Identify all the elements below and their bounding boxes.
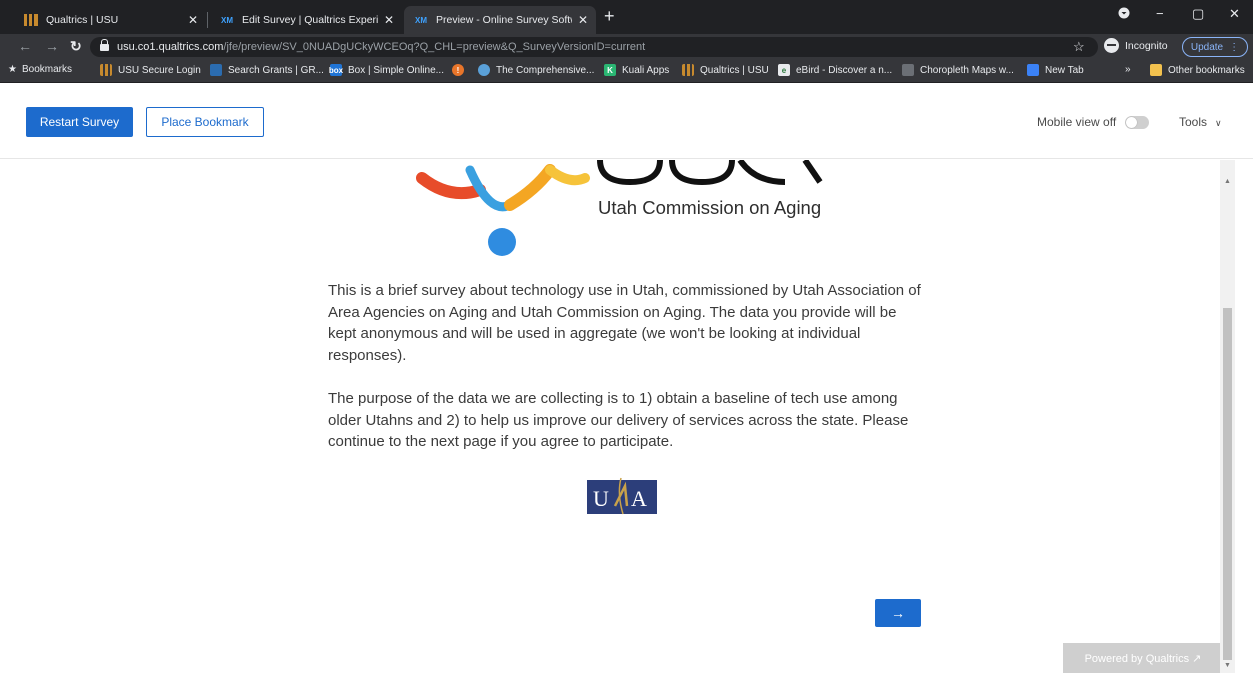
survey-content: Utah Commission on Aging This is a brief…: [0, 160, 1220, 673]
preview-header: Restart Survey Place Bookmark Mobile vie…: [0, 83, 1253, 159]
tab-qualtrics-usu[interactable]: Qualtrics | USU ✕: [14, 6, 206, 34]
tools-label: Tools: [1179, 115, 1208, 129]
new-tab-icon[interactable]: +: [604, 7, 615, 25]
tab-edit-survey[interactable]: XM Edit Survey | Qualtrics Experience ✕: [210, 6, 402, 34]
maximize-icon[interactable]: ▢: [1192, 6, 1204, 22]
close-icon[interactable]: ✕: [384, 13, 394, 27]
url-path: /jfe/preview/SV_0NUADgUCkyWCEOq?Q_CHL=pr…: [223, 41, 646, 53]
bookmark-label: eBird - Discover a n...: [796, 64, 893, 76]
scroll-up-icon[interactable]: ▲: [1224, 178, 1231, 185]
bookmark-extension[interactable]: !: [452, 64, 470, 76]
powered-by-qualtrics-link[interactable]: Powered by Qualtrics ↗: [1063, 643, 1220, 673]
window-close-icon[interactable]: ✕: [1229, 6, 1240, 22]
tab-title: Preview - Online Survey Software: [436, 14, 572, 26]
bookmark-ebird[interactable]: e eBird - Discover a n...: [778, 64, 892, 76]
bookmark-star-icon[interactable]: ☆: [1073, 39, 1085, 55]
tab-preview[interactable]: XM Preview - Online Survey Software ✕: [404, 6, 596, 34]
xm-favicon-icon: XM: [221, 15, 233, 25]
url-host: usu.co1.qualtrics.com: [117, 41, 224, 53]
profile-menu-icon[interactable]: [1118, 7, 1130, 22]
update-label: Update: [1190, 41, 1224, 53]
bookmark-box[interactable]: box Box | Simple Online...: [328, 64, 444, 76]
address-bar[interactable]: usu.co1.qualtrics.com/jfe/preview/SV_0NU…: [90, 37, 1098, 57]
svg-text:U: U: [593, 486, 609, 511]
tools-menu[interactable]: Tools ∨: [1179, 115, 1222, 129]
incognito-label: Incognito: [1125, 39, 1168, 52]
mobile-view-toggle[interactable]: [1125, 116, 1149, 129]
mobile-view-label: Mobile view off: [1037, 115, 1117, 129]
bookmark-label: Bookmarks: [21, 64, 72, 75]
close-icon[interactable]: ✕: [578, 13, 588, 27]
star-icon: ★: [8, 64, 17, 75]
bookmark-label: New Tab: [1045, 64, 1084, 76]
browser-toolbar: ← → ↻ usu.co1.qualtrics.com/jfe/preview/…: [0, 34, 1253, 60]
bookmark-label: Choropleth Maps w...: [920, 64, 1014, 76]
bookmark-search-grants[interactable]: Search Grants | GR...: [210, 64, 324, 76]
usu-favicon-icon: [682, 64, 694, 76]
incognito-icon: [1104, 38, 1119, 53]
restart-survey-button[interactable]: Restart Survey: [26, 107, 133, 137]
chevron-down-icon: ∨: [1215, 118, 1222, 128]
bookmarks-bar: ★ Bookmarks USU Secure Login Search Gran…: [0, 60, 1253, 83]
tab-title: Edit Survey | Qualtrics Experience: [242, 14, 378, 26]
bookmark-bookmarks[interactable]: ★ Bookmarks: [8, 64, 72, 75]
incognito-indicator[interactable]: Incognito: [1104, 38, 1168, 53]
bookmark-label: USU Secure Login: [118, 64, 201, 76]
close-icon[interactable]: ✕: [188, 13, 198, 27]
survey-intro: This is a brief survey about technology …: [328, 280, 928, 475]
place-bookmark-button[interactable]: Place Bookmark: [146, 107, 264, 137]
xm-favicon-icon: XM: [415, 15, 427, 25]
bookmark-label: The Comprehensive...: [496, 64, 595, 76]
bookmark-qualtrics-usu[interactable]: Qualtrics | USU: [682, 64, 769, 76]
grants-favicon-icon: [210, 64, 222, 76]
minimize-icon[interactable]: −: [1156, 6, 1164, 21]
u4a-logo: U A: [587, 476, 657, 516]
tab-divider: [207, 12, 208, 28]
bookmark-label: Other bookmarks: [1168, 64, 1245, 76]
bookmark-choropleth[interactable]: Choropleth Maps w...: [902, 64, 1014, 76]
map-favicon-icon: [902, 64, 914, 76]
back-icon[interactable]: ←: [18, 38, 32, 54]
globe-favicon-icon: [478, 64, 490, 76]
bookmark-label: Kuali Apps: [622, 64, 670, 76]
next-page-button[interactable]: →: [875, 599, 921, 627]
intro-paragraph-1: This is a brief survey about technology …: [328, 282, 921, 364]
scroll-down-icon[interactable]: ▼: [1224, 662, 1231, 669]
logo-caption: Utah Commission on Aging: [598, 197, 822, 218]
usu-favicon-icon: [100, 64, 112, 76]
scrollbar-thumb[interactable]: [1223, 308, 1232, 660]
box-favicon-icon: box: [328, 64, 344, 76]
bookmark-label: Box | Simple Online...: [348, 64, 444, 76]
circle-favicon-icon: !: [452, 64, 464, 76]
update-button[interactable]: Update ⋮: [1182, 37, 1248, 57]
svg-text:A: A: [631, 486, 647, 511]
overflow-icon: »: [1125, 64, 1131, 75]
page-scrollbar[interactable]: ▲ ▼: [1220, 160, 1235, 673]
bookmark-label: Search Grants | GR...: [228, 64, 324, 76]
folder-icon: [1150, 64, 1162, 76]
kuali-favicon-icon: K: [604, 64, 616, 76]
bookmark-comprehensive[interactable]: The Comprehensive...: [478, 64, 594, 76]
browser-tab-strip: Qualtrics | USU ✕ XM Edit Survey | Qualt…: [0, 0, 1253, 34]
bookmark-label: Qualtrics | USU: [700, 64, 769, 76]
other-bookmarks[interactable]: Other bookmarks: [1150, 64, 1245, 76]
bookmark-usu-secure-login[interactable]: USU Secure Login: [100, 64, 201, 76]
lock-icon: [100, 38, 109, 52]
intro-paragraph-2: The purpose of the data we are collectin…: [328, 390, 909, 450]
bookmarks-overflow-button[interactable]: »: [1125, 64, 1131, 75]
tab-title: Qualtrics | USU: [46, 14, 119, 26]
usu-favicon-icon: [24, 14, 38, 26]
ebird-favicon-icon: e: [778, 64, 790, 76]
bookmark-new-tab[interactable]: New Tab: [1027, 64, 1084, 76]
forward-icon[interactable]: →: [45, 38, 59, 54]
bookmark-kuali[interactable]: K Kuali Apps: [604, 64, 669, 76]
newtab-favicon-icon: [1027, 64, 1039, 76]
utah-commission-logo: Utah Commission on Aging: [410, 160, 850, 260]
more-vert-icon: ⋮: [1229, 41, 1240, 53]
reload-icon[interactable]: ↻: [70, 38, 82, 54]
